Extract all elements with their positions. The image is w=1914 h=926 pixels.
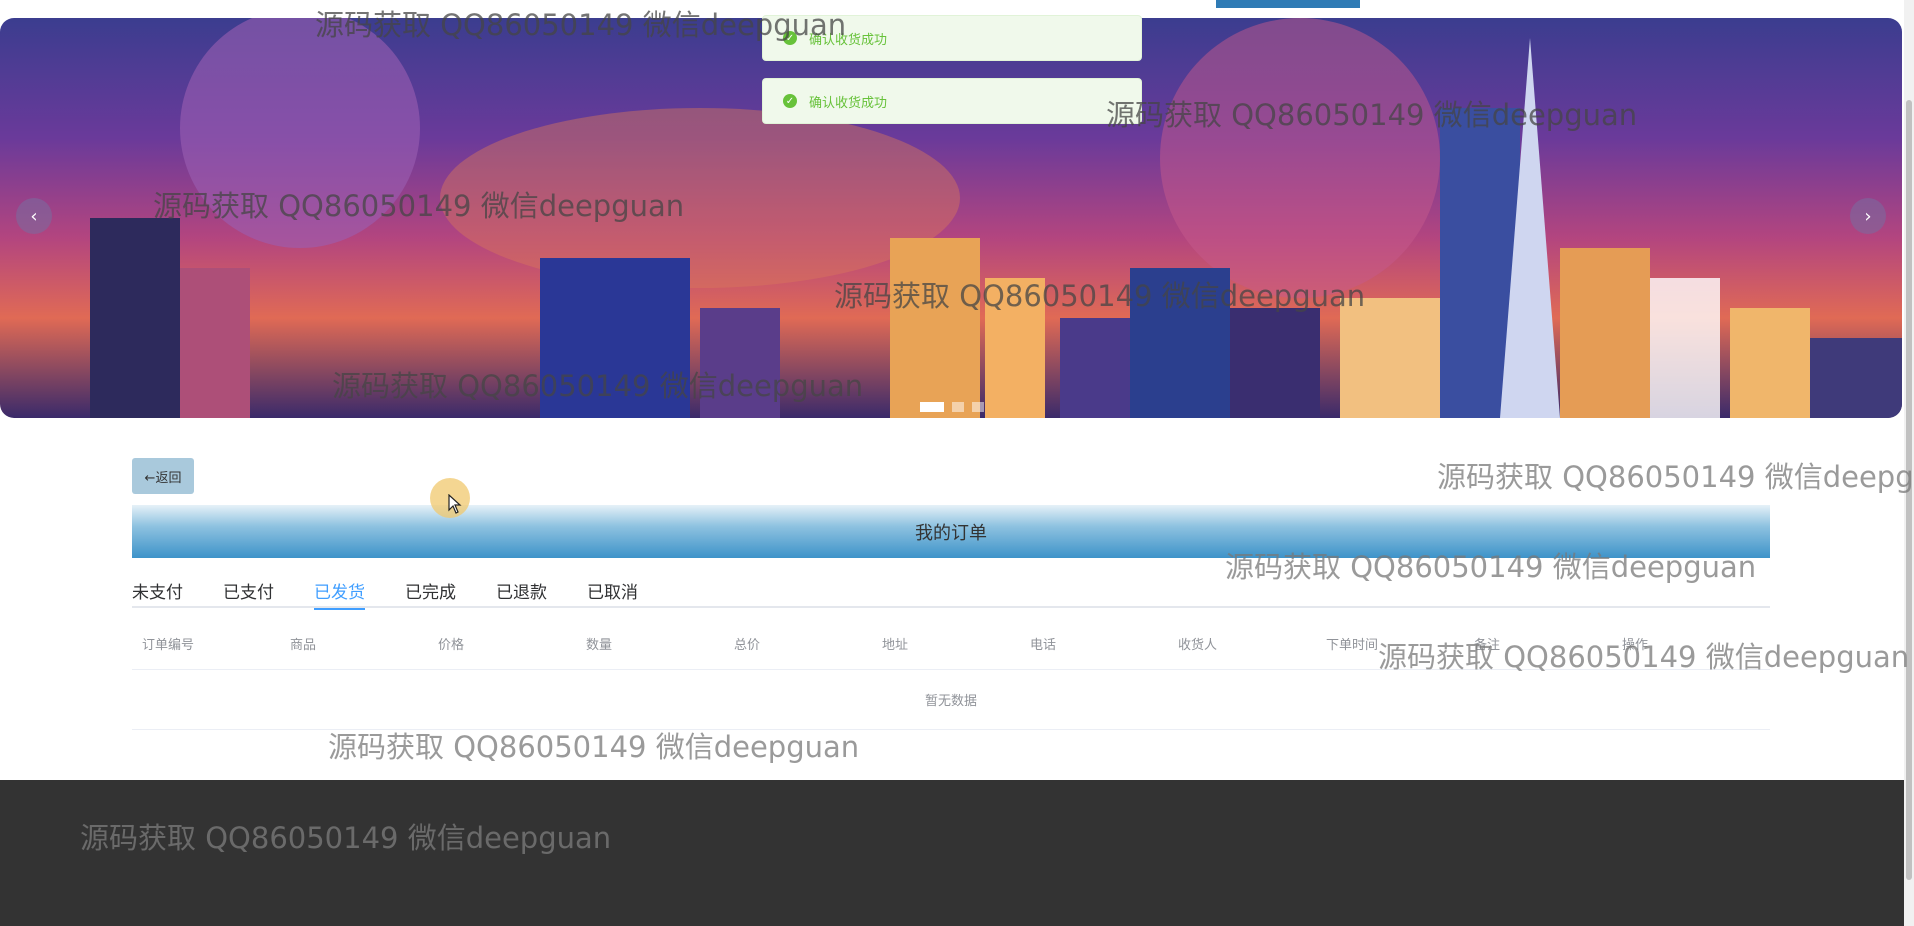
watermark-text: 源码获取 QQ86050149 微信deepguan bbox=[328, 730, 860, 764]
toast-text: 确认收货成功 bbox=[809, 95, 888, 111]
nav-blue-tab[interactable] bbox=[1216, 0, 1360, 8]
column-header: 下单时间 bbox=[1326, 638, 1379, 653]
column-header: 电话 bbox=[1030, 638, 1057, 653]
footer bbox=[0, 780, 1904, 926]
tab-completed[interactable]: 已完成 bbox=[405, 578, 456, 608]
tab-paid[interactable]: 已支付 bbox=[223, 578, 274, 608]
carousel-dot[interactable] bbox=[972, 402, 984, 412]
column-header: 操作 bbox=[1622, 638, 1649, 653]
column-header: 订单编号 bbox=[142, 638, 195, 653]
tab-cancelled[interactable]: 已取消 bbox=[587, 578, 638, 608]
toast-message: ✓ 确认收货成功 bbox=[762, 78, 1142, 124]
toast-message: ✓ 确认收货成功 bbox=[762, 15, 1142, 61]
order-status-tabs: 未支付 已支付 已发货 已完成 已退款 已取消 bbox=[132, 578, 1770, 610]
chevron-right-icon: › bbox=[1864, 205, 1872, 227]
carousel-next-button[interactable]: › bbox=[1850, 198, 1886, 234]
column-header: 价格 bbox=[438, 638, 465, 653]
column-header: 收货人 bbox=[1178, 638, 1218, 653]
carousel-dot[interactable] bbox=[952, 402, 964, 412]
watermark-text: 源码获取 QQ86050149 微信deepguan bbox=[1437, 460, 1914, 494]
column-header: 地址 bbox=[882, 638, 909, 653]
carousel-prev-button[interactable]: ‹ bbox=[16, 198, 52, 234]
page-title: 我的订单 bbox=[132, 505, 1770, 558]
carousel-indicators bbox=[920, 402, 984, 412]
empty-state: 暂无数据 bbox=[132, 670, 1770, 730]
back-button[interactable]: ←返回 bbox=[132, 458, 194, 494]
column-header: 数量 bbox=[586, 638, 613, 653]
table-header: 订单编号 商品 价格 数量 总价 地址 电话 收货人 下单时间 备注 操作 bbox=[132, 618, 1770, 670]
column-header: 备注 bbox=[1474, 638, 1501, 653]
tab-refunded[interactable]: 已退款 bbox=[496, 578, 547, 608]
check-circle-icon: ✓ bbox=[783, 31, 797, 45]
column-header: 总价 bbox=[734, 638, 761, 653]
check-circle-icon: ✓ bbox=[783, 94, 797, 108]
tab-shipped[interactable]: 已发货 bbox=[314, 578, 365, 610]
toast-text: 确认收货成功 bbox=[809, 32, 888, 48]
orders-table: 订单编号 商品 价格 数量 总价 地址 电话 收货人 下单时间 备注 操作 暂无… bbox=[132, 618, 1770, 730]
chevron-left-icon: ‹ bbox=[30, 205, 38, 227]
tab-unpaid[interactable]: 未支付 bbox=[132, 578, 183, 608]
carousel-dot[interactable] bbox=[920, 402, 944, 412]
column-header: 商品 bbox=[290, 638, 317, 653]
cursor-icon bbox=[448, 494, 462, 514]
scrollbar-thumb[interactable] bbox=[1906, 100, 1912, 880]
